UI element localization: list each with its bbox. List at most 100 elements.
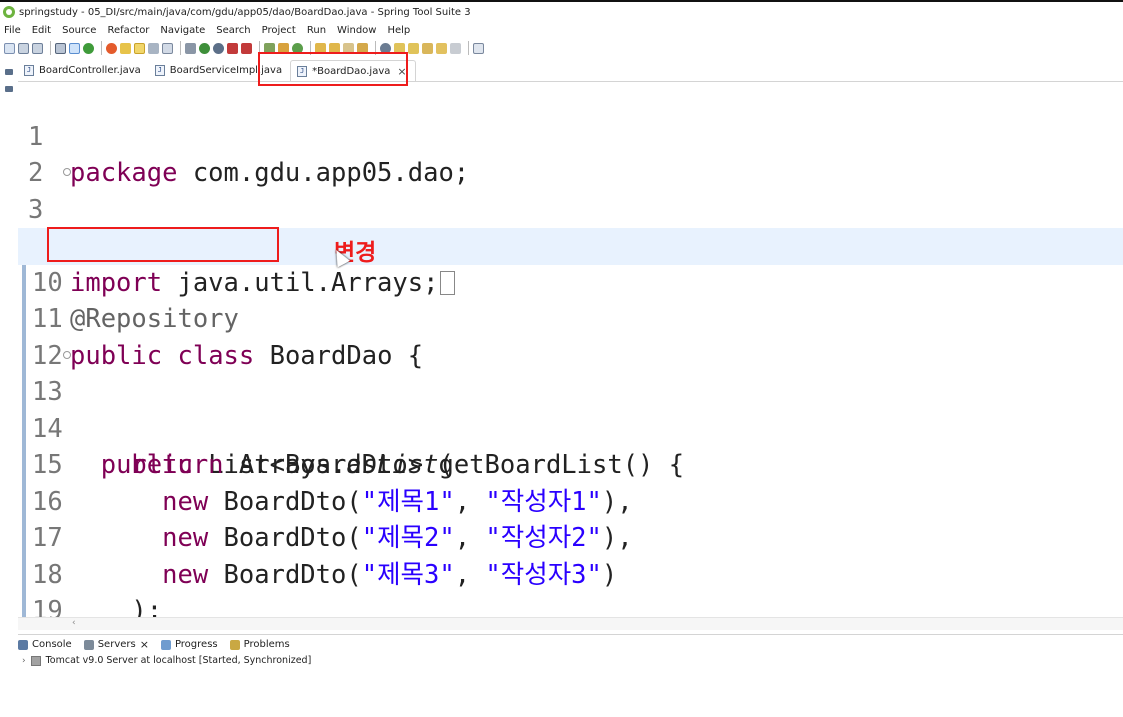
last-edit-location-icon[interactable] bbox=[422, 42, 433, 54]
close-icon[interactable]: × bbox=[140, 638, 149, 651]
tab-board-service-impl[interactable]: J BoardServiceImpl.java bbox=[149, 60, 290, 81]
bottom-panel-tabs: Console Servers × Progress Problems bbox=[18, 634, 1123, 654]
tab-label: BoardServiceImpl.java bbox=[169, 65, 283, 76]
terminal-icon[interactable] bbox=[55, 42, 66, 54]
code-line: 2 bbox=[18, 119, 1123, 188]
problems-icon bbox=[229, 639, 240, 650]
new-icon[interactable] bbox=[4, 42, 15, 54]
restore-icon[interactable] bbox=[5, 69, 13, 75]
outline-icon[interactable] bbox=[5, 86, 13, 92]
scroll-left-icon[interactable]: ‹ bbox=[72, 618, 76, 628]
close-icon[interactable]: × bbox=[397, 65, 406, 78]
skip-breakpoints-icon[interactable] bbox=[69, 42, 80, 54]
code-line: 1 package com.gdu.app05.dao; bbox=[18, 82, 1123, 189]
tab-board-controller[interactable]: J BoardController.java bbox=[18, 60, 149, 81]
java-file-icon: J bbox=[24, 65, 34, 76]
toolbar-separator bbox=[468, 41, 469, 55]
code-line: 19 } bbox=[18, 557, 1123, 617]
server-start-icon[interactable] bbox=[83, 42, 94, 54]
menu-source[interactable]: Source bbox=[62, 25, 96, 36]
toolbar-separator bbox=[259, 41, 260, 55]
java-file-icon: J bbox=[297, 65, 308, 77]
back-icon[interactable] bbox=[436, 42, 447, 54]
save-all-icon[interactable] bbox=[32, 42, 43, 54]
open-perspective-icon[interactable] bbox=[473, 42, 484, 54]
tab-servers[interactable]: Servers × bbox=[83, 638, 149, 651]
run-icon[interactable] bbox=[199, 42, 210, 54]
highlight-icon[interactable] bbox=[134, 42, 145, 54]
title-bar: springstudy - 05_DI/src/main/java/com/gd… bbox=[0, 0, 1123, 22]
globe-icon[interactable] bbox=[380, 42, 391, 54]
menu-window[interactable]: Window bbox=[337, 25, 376, 36]
menu-help[interactable]: Help bbox=[387, 25, 410, 36]
code-line: 20 bbox=[18, 593, 1123, 617]
new-java-project-icon[interactable] bbox=[264, 42, 275, 54]
open-type-icon[interactable] bbox=[315, 42, 326, 54]
code-line: 9 bbox=[18, 192, 1123, 261]
toolbar-separator bbox=[310, 41, 311, 55]
toolbar bbox=[0, 38, 1123, 58]
expand-chevron-icon[interactable]: › bbox=[22, 656, 26, 666]
menu-refactor[interactable]: Refactor bbox=[107, 25, 149, 36]
coverage-icon[interactable] bbox=[213, 42, 224, 54]
tab-problems[interactable]: Problems bbox=[229, 639, 290, 650]
server-label: Tomcat v9.0 Server at localhost [Started… bbox=[45, 655, 312, 666]
marker-icon[interactable] bbox=[148, 42, 159, 54]
left-side-panel bbox=[0, 60, 18, 632]
code-line: 11 public class BoardDao { bbox=[18, 265, 1123, 371]
toolbar-separator bbox=[50, 41, 51, 55]
code-line: 18 ); bbox=[18, 520, 1123, 617]
progress-icon bbox=[160, 639, 171, 650]
horizontal-scrollbar[interactable]: ‹ bbox=[18, 617, 1123, 630]
run-last-icon[interactable] bbox=[241, 42, 252, 54]
code-line-current: 10 @Repository bbox=[18, 228, 1123, 334]
toolbar-separator bbox=[101, 41, 102, 55]
new-class-icon[interactable] bbox=[292, 42, 303, 54]
tab-label: *BoardDao.java bbox=[312, 65, 391, 77]
tab-progress[interactable]: Progress bbox=[160, 639, 218, 650]
open-folder-icon[interactable] bbox=[357, 42, 368, 54]
server-list-item[interactable]: › Tomcat v9.0 Server at localhost [Start… bbox=[22, 655, 311, 666]
tomcat-server-icon bbox=[30, 655, 41, 666]
menu-navigate[interactable]: Navigate bbox=[160, 25, 205, 36]
next-annotation-icon[interactable] bbox=[394, 42, 405, 54]
save-icon[interactable] bbox=[18, 42, 29, 54]
code-line: 16 new BoardDto("제목2", "작성자2"), bbox=[18, 447, 1123, 553]
code-line: 3 import java.util.Arrays; bbox=[18, 155, 1123, 298]
console-icon bbox=[18, 639, 28, 650]
tab-console[interactable]: Console bbox=[18, 639, 72, 650]
forward-icon[interactable] bbox=[450, 42, 461, 54]
previous-annotation-icon[interactable] bbox=[408, 42, 419, 54]
menu-project[interactable]: Project bbox=[262, 25, 296, 36]
menu-search[interactable]: Search bbox=[216, 25, 250, 36]
window-title: springstudy - 05_DI/src/main/java/com/gd… bbox=[19, 6, 471, 18]
show-whitespace-icon[interactable] bbox=[162, 42, 173, 54]
new-package-icon[interactable] bbox=[278, 42, 289, 54]
tab-label: BoardController.java bbox=[39, 65, 141, 76]
code-editor[interactable]: 1 package com.gdu.app05.dao; 2 3 import … bbox=[18, 82, 1123, 617]
menu-bar: File Edit Source Refactor Navigate Searc… bbox=[0, 22, 1123, 38]
search-icon[interactable] bbox=[343, 42, 354, 54]
open-task-icon[interactable] bbox=[329, 42, 340, 54]
spring-tool-suite-icon bbox=[3, 6, 15, 18]
fold-expand-icon[interactable] bbox=[63, 168, 71, 176]
editor-tab-bar: J BoardController.java J BoardServiceImp… bbox=[18, 60, 1123, 82]
code-line: 12 bbox=[18, 301, 1123, 374]
menu-edit[interactable]: Edit bbox=[32, 25, 51, 36]
toolbar-separator bbox=[180, 41, 181, 55]
servers-icon bbox=[83, 639, 94, 650]
menu-file[interactable]: File bbox=[4, 25, 21, 36]
code-line: 15 new BoardDto("제목1", "작성자1"), bbox=[18, 411, 1123, 517]
code-area: 1 package com.gdu.app05.dao; 2 3 import … bbox=[18, 82, 1123, 617]
java-file-icon: J bbox=[154, 65, 165, 76]
debug-icon[interactable] bbox=[185, 42, 196, 54]
code-line: 13 public List<BoardDto> getBoardList() … bbox=[18, 338, 1123, 480]
tab-board-dao[interactable]: J *BoardDao.java × bbox=[290, 60, 416, 81]
external-tools-icon[interactable] bbox=[227, 42, 238, 54]
pin-icon[interactable] bbox=[120, 42, 131, 54]
menu-run[interactable]: Run bbox=[307, 25, 326, 36]
spring-boot-icon[interactable] bbox=[106, 42, 117, 54]
fold-collapse-icon[interactable] bbox=[63, 350, 71, 359]
code-line: 14 return Arrays.asList( bbox=[18, 374, 1123, 480]
code-line: 17 new BoardDto("제목3", "작성자3") bbox=[18, 484, 1123, 590]
